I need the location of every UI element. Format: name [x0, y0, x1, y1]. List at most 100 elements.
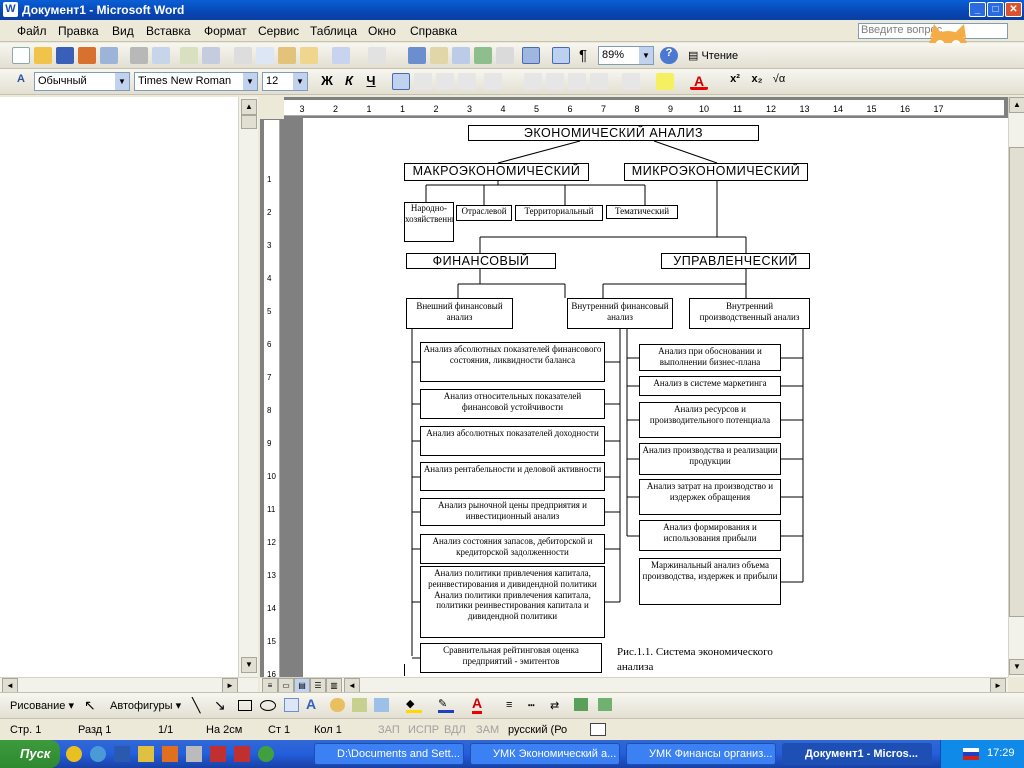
align-right-icon[interactable]: [436, 73, 454, 90]
spelling-status-icon[interactable]: [590, 723, 606, 736]
italic-button[interactable]: К: [340, 73, 358, 90]
scroll-up-button[interactable]: ▲: [1009, 97, 1024, 113]
task-umk-economic[interactable]: УМК Экономический а...: [470, 743, 620, 765]
vertical-ruler[interactable]: 1 2 3 4 5 6 7 8 9 10 11 12 13 14 15 16: [264, 120, 280, 680]
shadow-icon[interactable]: [574, 698, 588, 711]
maximize-button[interactable]: □: [987, 2, 1004, 17]
cut-icon[interactable]: [234, 47, 252, 64]
help-icon[interactable]: ?: [660, 47, 678, 64]
scroll-down-button[interactable]: ▼: [1009, 659, 1024, 675]
increase-indent-icon[interactable]: [590, 73, 608, 90]
ie-icon[interactable]: [90, 746, 106, 762]
highlight-icon[interactable]: [656, 73, 674, 90]
scroll-down-button[interactable]: ▼: [241, 657, 257, 673]
line-icon[interactable]: ╲: [192, 697, 200, 714]
menu-insert[interactable]: Вставка: [146, 24, 191, 38]
app-icon-9[interactable]: [258, 746, 274, 762]
menu-edit[interactable]: Правка: [58, 24, 99, 38]
columns-icon[interactable]: [496, 47, 514, 64]
menu-file[interactable]: Файл: [17, 24, 47, 38]
subscript-icon[interactable]: x₂: [748, 73, 766, 90]
menu-help[interactable]: Справка: [410, 24, 457, 38]
copy-icon[interactable]: [256, 47, 274, 64]
app-icon-7[interactable]: [210, 746, 226, 762]
research-icon[interactable]: [202, 47, 220, 64]
diagram-icon[interactable]: [330, 698, 345, 712]
wordart-icon[interactable]: A: [306, 696, 316, 712]
left-pane-scrollbar[interactable]: ▲ ▼: [238, 97, 258, 677]
task-document1[interactable]: Документ1 - Micros...: [782, 743, 932, 765]
styles-icon[interactable]: A: [12, 73, 30, 90]
menu-view[interactable]: Вид: [112, 24, 134, 38]
document-hscrollbar[interactable]: ≡ ▭ ▤ ☰ ▥ ◄ ►: [260, 677, 1008, 694]
task-umk-finance[interactable]: УМК Финансы организ...: [626, 743, 776, 765]
horizontal-ruler[interactable]: 3 2 1 1 2 3 4 5 6 7 8 9 10 11 12 13 14 15 16 17: [284, 100, 1004, 116]
underline-button[interactable]: Ч: [362, 73, 380, 90]
menu-table[interactable]: Таблица: [310, 24, 357, 38]
read-button[interactable]: ▤ Чтение: [688, 49, 738, 62]
redo-icon[interactable]: [368, 47, 386, 64]
draw-menu[interactable]: Рисование ▾: [10, 699, 74, 712]
3d-icon[interactable]: [598, 698, 612, 711]
left-pane-hscrollbar[interactable]: ◄ ►: [0, 677, 258, 694]
drawing-icon[interactable]: [522, 47, 540, 64]
menu-format[interactable]: Формат: [204, 24, 247, 38]
tables-borders-icon[interactable]: [430, 47, 448, 64]
email-icon[interactable]: [100, 47, 118, 64]
scroll-thumb[interactable]: [241, 115, 257, 129]
arrow-icon[interactable]: ↘: [214, 697, 226, 714]
show-formatting-icon[interactable]: ¶: [574, 47, 592, 64]
style-select[interactable]: Обычный ▼: [34, 72, 130, 91]
menu-window[interactable]: Окно: [368, 24, 396, 38]
rectangle-icon[interactable]: [238, 700, 252, 711]
new-document-icon[interactable]: [12, 47, 30, 64]
language-flag-icon[interactable]: [963, 748, 979, 760]
spelling-icon[interactable]: [180, 47, 198, 64]
chrome-icon[interactable]: [66, 746, 82, 762]
status-ovr[interactable]: ЗАМ: [476, 724, 499, 736]
picture-icon[interactable]: [374, 698, 389, 712]
decrease-indent-icon[interactable]: [568, 73, 586, 90]
line-style-icon[interactable]: ≡: [506, 699, 512, 711]
border-icon[interactable]: [622, 73, 640, 90]
zoom-select[interactable]: 89% ▼: [598, 46, 654, 65]
format-painter-icon[interactable]: [300, 47, 318, 64]
status-trk[interactable]: ИСПР: [408, 724, 439, 736]
dash-style-icon[interactable]: ┅: [528, 699, 535, 712]
status-rec[interactable]: ЗАП: [378, 724, 400, 736]
scroll-thumb[interactable]: [1009, 147, 1024, 617]
autoshapes-menu[interactable]: Автофигуры ▾: [110, 699, 181, 712]
close-button[interactable]: ✕: [1005, 2, 1022, 17]
select-arrow-icon[interactable]: ↖: [84, 697, 96, 714]
bold-button[interactable]: Ж: [318, 73, 336, 90]
equation-icon[interactable]: √α: [770, 73, 788, 90]
justify-icon[interactable]: [458, 73, 476, 90]
task-explorer[interactable]: D:\Documents and Sett...: [314, 743, 464, 765]
print-preview-icon[interactable]: [152, 47, 170, 64]
font-color-icon[interactable]: A: [690, 73, 708, 90]
align-left-icon[interactable]: [392, 73, 410, 90]
app-icon-8[interactable]: [234, 746, 250, 762]
minimize-button[interactable]: _: [969, 2, 986, 17]
font-size-select[interactable]: 12 ▼: [262, 72, 308, 91]
font-select[interactable]: Times New Roman ▼: [134, 72, 258, 91]
hyperlink-icon[interactable]: [408, 47, 426, 64]
status-ext[interactable]: ВДЛ: [444, 724, 466, 736]
arrow-style-icon[interactable]: ⇄: [550, 699, 559, 712]
insert-excel-icon[interactable]: [474, 47, 492, 64]
scroll-up-button[interactable]: ▲: [241, 99, 257, 115]
menu-tools[interactable]: Сервис: [258, 24, 299, 38]
line-spacing-icon[interactable]: [484, 73, 502, 90]
font-color-draw-icon[interactable]: A: [472, 695, 483, 714]
document-scrollbar[interactable]: ▲ ▲ ● ▼ ▼: [1008, 97, 1024, 753]
document-map-icon[interactable]: [552, 47, 570, 64]
line-color-icon[interactable]: ✎: [438, 697, 454, 713]
save-icon[interactable]: [56, 47, 74, 64]
bullets-icon[interactable]: [546, 73, 564, 90]
permission-icon[interactable]: [78, 47, 96, 64]
undo-icon[interactable]: [332, 47, 350, 64]
app-icon-6[interactable]: [186, 746, 202, 762]
align-center-icon[interactable]: [414, 73, 432, 90]
insert-table-icon[interactable]: [452, 47, 470, 64]
oval-icon[interactable]: [260, 700, 276, 711]
